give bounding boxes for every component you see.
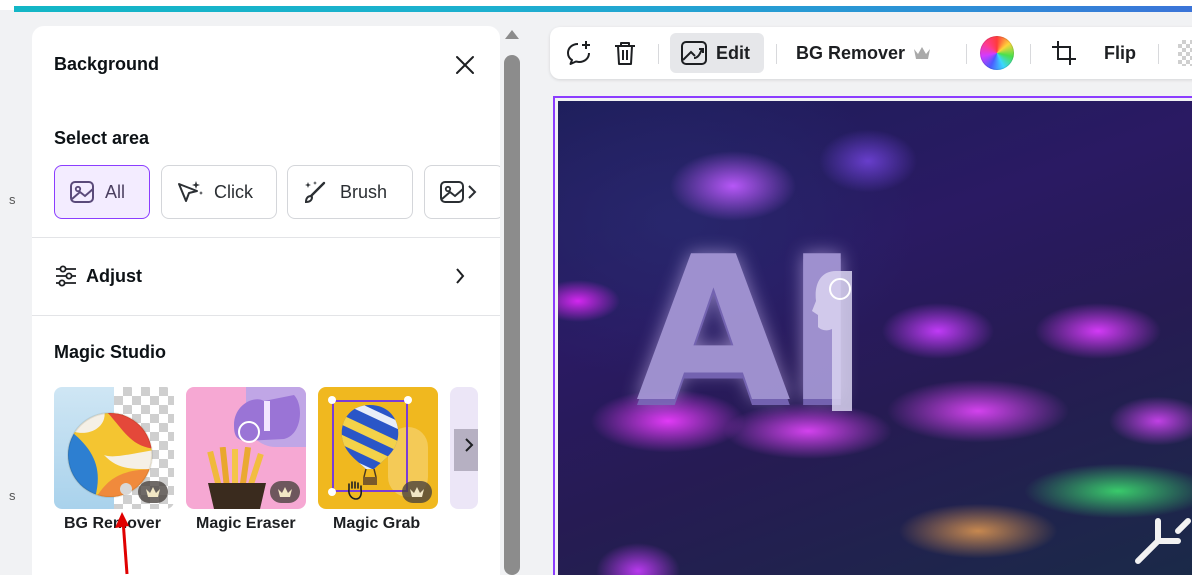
handle bbox=[328, 396, 336, 404]
adjust-label: Adjust bbox=[86, 265, 142, 286]
scroll-up-arrow[interactable] bbox=[505, 30, 519, 39]
panel-header: Background bbox=[54, 54, 484, 78]
close-icon bbox=[456, 56, 474, 74]
sidebar-fragment: s bbox=[9, 192, 16, 207]
color-button[interactable] bbox=[980, 27, 1014, 79]
top-gradient-bar bbox=[14, 6, 1192, 12]
crown-icon bbox=[278, 487, 292, 497]
separator bbox=[1030, 44, 1031, 64]
flip-label: Flip bbox=[1104, 42, 1136, 63]
bg-remover-button[interactable]: BG Remover bbox=[796, 27, 931, 79]
chevron-right-icon bbox=[456, 268, 465, 284]
divider bbox=[32, 237, 500, 238]
magic-studio-heading: Magic Studio bbox=[54, 342, 166, 362]
area-option-label: Brush bbox=[340, 181, 388, 202]
handle bbox=[328, 488, 336, 496]
comment-button[interactable] bbox=[564, 27, 594, 79]
panel-title: Background bbox=[54, 54, 160, 74]
add-comment-icon bbox=[567, 41, 590, 65]
premium-badge bbox=[270, 481, 300, 503]
adjust-row[interactable]: Adjust bbox=[54, 258, 466, 294]
select-area-heading: Select area bbox=[54, 128, 150, 148]
tool-label: Magic Eraser bbox=[196, 515, 296, 532]
separator bbox=[966, 44, 967, 64]
editor-toolbar: Edit BG Remover Flip bbox=[550, 27, 1192, 79]
canvas-image[interactable]: AI bbox=[558, 101, 1192, 575]
separator bbox=[776, 44, 777, 64]
transparency-icon bbox=[1178, 40, 1192, 66]
area-option-all[interactable]: All bbox=[54, 165, 150, 219]
trash-icon bbox=[615, 42, 635, 65]
close-button[interactable] bbox=[450, 50, 480, 80]
transparency-button[interactable] bbox=[1178, 27, 1192, 79]
crown-icon bbox=[914, 47, 931, 59]
image-icon bbox=[70, 181, 94, 203]
balloon-illustration bbox=[341, 405, 399, 485]
area-options-next[interactable] bbox=[424, 165, 500, 219]
robot-head-illustration bbox=[812, 271, 852, 411]
select-area-options: All Click Brush bbox=[54, 165, 500, 221]
color-wheel-icon bbox=[980, 36, 1014, 70]
sidebar-fragment: s bbox=[9, 488, 16, 503]
edit-label: Edit bbox=[716, 42, 750, 63]
premium-badge bbox=[138, 481, 168, 503]
fries-illustration bbox=[207, 447, 266, 509]
area-option-brush[interactable]: Brush bbox=[287, 165, 413, 219]
tool-magic-eraser[interactable] bbox=[186, 387, 306, 509]
flip-button[interactable]: Flip bbox=[1104, 27, 1136, 79]
top-bar bbox=[0, 0, 1192, 12]
annotation-arrow-icon bbox=[115, 512, 129, 575]
sliders-icon bbox=[56, 265, 76, 287]
tool-magic-grab[interactable] bbox=[318, 387, 438, 509]
chevron-right-icon bbox=[468, 185, 477, 199]
premium-badge bbox=[402, 481, 432, 503]
chevron-right-icon bbox=[465, 438, 474, 452]
grab-hand-icon bbox=[348, 481, 363, 500]
hand-shape bbox=[234, 395, 300, 441]
eraser-cursor bbox=[238, 421, 260, 443]
scroll-thumb[interactable] bbox=[504, 55, 520, 575]
area-option-label: All bbox=[105, 181, 126, 202]
divider bbox=[32, 315, 500, 316]
area-option-label: Click bbox=[214, 181, 253, 202]
delete-button[interactable] bbox=[612, 27, 638, 79]
separator bbox=[658, 44, 659, 64]
image-icon bbox=[440, 181, 464, 203]
area-option-click[interactable]: Click bbox=[161, 165, 277, 219]
handle bbox=[404, 396, 412, 404]
crown-icon bbox=[146, 487, 160, 497]
tool-label: Magic Grab bbox=[333, 515, 421, 532]
crop-icon bbox=[1052, 41, 1076, 65]
separator bbox=[1158, 44, 1159, 64]
sparkle-cursor-icon bbox=[178, 181, 203, 202]
magic-brush-icon bbox=[304, 181, 326, 204]
screen-text-graphic bbox=[1135, 518, 1191, 564]
bg-remover-label: BG Remover bbox=[796, 42, 906, 63]
tool-bg-remover[interactable] bbox=[54, 387, 174, 509]
edit-image-icon bbox=[681, 41, 707, 65]
crop-button[interactable] bbox=[1050, 27, 1078, 79]
left-sidebar-edge: s s bbox=[0, 12, 30, 575]
crown-icon bbox=[410, 487, 424, 497]
edit-button[interactable]: Edit bbox=[670, 33, 764, 73]
background-panel: Background Select area All Click Brush A… bbox=[32, 26, 500, 575]
tools-next[interactable] bbox=[450, 387, 478, 509]
